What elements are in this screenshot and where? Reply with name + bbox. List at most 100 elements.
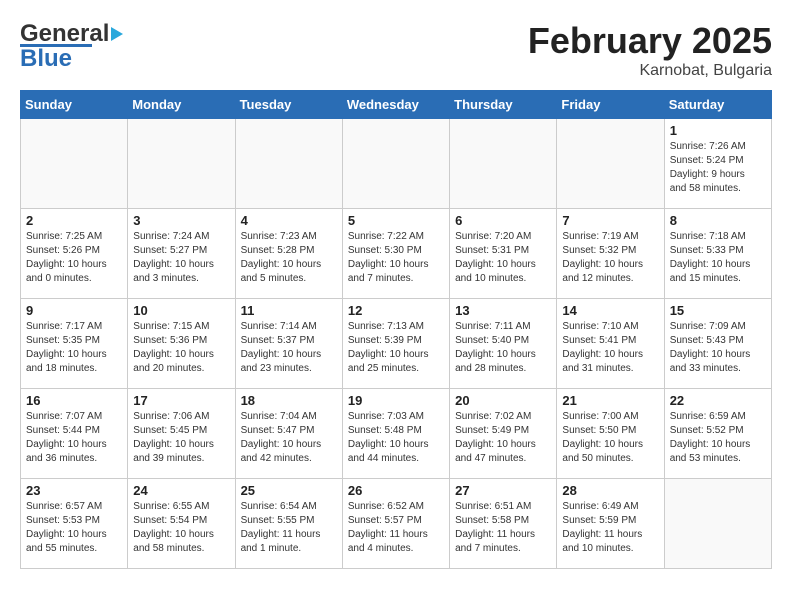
day-info: Sunrise: 7:18 AMSunset: 5:33 PMDaylight:… — [670, 230, 766, 286]
calendar-cell: 13Sunrise: 7:11 AMSunset: 5:40 PMDayligh… — [450, 299, 557, 389]
calendar-cell: 24 Sunrise: 6:55 AMSunset: 5:54 PMDayligh… — [128, 479, 235, 569]
day-number: 27 — [455, 483, 551, 498]
calendar-header-row: SundayMondayTuesdayWednesdayThursdayFrid… — [21, 91, 772, 119]
day-info: Sunrise: 6:54 AMSunset: 5:55 PMDaylight:… — [241, 500, 337, 556]
day-number: 20 — [455, 393, 551, 408]
calendar-cell: 26 Sunrise: 6:52 AMSunset: 5:57 PMDayligh… — [342, 479, 449, 569]
day-info: Sunrise: 7:23 AMSunset: 5:28 PMDaylight:… — [241, 230, 337, 286]
weekday-header-wednesday: Wednesday — [342, 91, 449, 119]
page-header: General Blue February 2025 Karnobat, Bul… — [20, 20, 772, 80]
day-info: Sunrise: 7:25 AMSunset: 5:26 PMDaylight:… — [26, 230, 122, 286]
day-info: Sunrise: 7:26 AMSunset: 5:24 PMDaylight:… — [670, 140, 766, 196]
calendar-cell: 23Sunrise: 6:57 AMSunset: 5:53 PMDayligh… — [21, 479, 128, 569]
calendar-cell — [235, 119, 342, 209]
day-info: Sunrise: 7:06 AMSunset: 5:45 PMDaylight:… — [133, 410, 229, 466]
calendar-cell: 11Sunrise: 7:14 AMSunset: 5:37 PMDayligh… — [235, 299, 342, 389]
day-number: 7 — [562, 213, 658, 228]
calendar-cell: 7Sunrise: 7:19 AMSunset: 5:32 PMDaylight… — [557, 209, 664, 299]
calendar-cell: 1 Sunrise: 7:26 AMSunset: 5:24 PMDaylight… — [664, 119, 771, 209]
day-info: Sunrise: 6:55 AMSunset: 5:54 PMDaylight:… — [133, 500, 229, 556]
weekday-header-saturday: Saturday — [664, 91, 771, 119]
day-number: 26 — [348, 483, 444, 498]
day-number: 24 — [133, 483, 229, 498]
day-number: 11 — [241, 303, 337, 318]
day-number: 25 — [241, 483, 337, 498]
calendar-cell: 22 Sunrise: 6:59 AMSunset: 5:52 PMDayligh… — [664, 389, 771, 479]
weekday-header-monday: Monday — [128, 91, 235, 119]
day-number: 5 — [348, 213, 444, 228]
day-info: Sunrise: 7:20 AMSunset: 5:31 PMDaylight:… — [455, 230, 551, 286]
day-number: 17 — [133, 393, 229, 408]
day-info: Sunrise: 7:13 AMSunset: 5:39 PMDaylight:… — [348, 320, 444, 376]
calendar-cell: 4 Sunrise: 7:23 AMSunset: 5:28 PMDaylight… — [235, 209, 342, 299]
day-number: 3 — [133, 213, 229, 228]
calendar-cell: 14 Sunrise: 7:10 AMSunset: 5:41 PMDayligh… — [557, 299, 664, 389]
calendar-cell — [664, 479, 771, 569]
day-number: 9 — [26, 303, 122, 318]
day-info: Sunrise: 7:10 AMSunset: 5:41 PMDaylight:… — [562, 320, 658, 376]
day-info: Sunrise: 7:03 AMSunset: 5:48 PMDaylight:… — [348, 410, 444, 466]
calendar-cell: 3 Sunrise: 7:24 AMSunset: 5:27 PMDaylight… — [128, 209, 235, 299]
day-info: Sunrise: 6:49 AMSunset: 5:59 PMDaylight:… — [562, 500, 658, 556]
day-info: Sunrise: 7:24 AMSunset: 5:27 PMDaylight:… — [133, 230, 229, 286]
weekday-header-sunday: Sunday — [21, 91, 128, 119]
calendar-table: SundayMondayTuesdayWednesdayThursdayFrid… — [20, 90, 772, 569]
calendar-cell: 28 Sunrise: 6:49 AMSunset: 5:59 PMDayligh… — [557, 479, 664, 569]
day-number: 28 — [562, 483, 658, 498]
day-info: Sunrise: 7:04 AMSunset: 5:47 PMDaylight:… — [241, 410, 337, 466]
calendar-week-4: 16 Sunrise: 7:07 AMSunset: 5:44 PMDayligh… — [21, 389, 772, 479]
calendar-cell: 19 Sunrise: 7:03 AMSunset: 5:48 PMDayligh… — [342, 389, 449, 479]
month-title: February 2025 — [528, 20, 772, 62]
day-info: Sunrise: 7:02 AMSunset: 5:49 PMDaylight:… — [455, 410, 551, 466]
day-info: Sunrise: 6:51 AMSunset: 5:58 PMDaylight:… — [455, 500, 551, 556]
day-number: 22 — [670, 393, 766, 408]
day-number: 15 — [670, 303, 766, 318]
day-number: 23 — [26, 483, 122, 498]
day-number: 4 — [241, 213, 337, 228]
day-info: Sunrise: 7:07 AMSunset: 5:44 PMDaylight:… — [26, 410, 122, 466]
location: Karnobat, Bulgaria — [528, 62, 772, 80]
day-number: 6 — [455, 213, 551, 228]
calendar-cell: 21 Sunrise: 7:00 AMSunset: 5:50 PMDayligh… — [557, 389, 664, 479]
calendar-cell: 16 Sunrise: 7:07 AMSunset: 5:44 PMDayligh… — [21, 389, 128, 479]
day-number: 8 — [670, 213, 766, 228]
calendar-cell — [557, 119, 664, 209]
calendar-cell — [342, 119, 449, 209]
calendar-cell: 6 Sunrise: 7:20 AMSunset: 5:31 PMDaylight… — [450, 209, 557, 299]
calendar-cell: 9 Sunrise: 7:17 AMSunset: 5:35 PMDaylight… — [21, 299, 128, 389]
day-number: 16 — [26, 393, 122, 408]
day-info: Sunrise: 7:15 AMSunset: 5:36 PMDaylight:… — [133, 320, 229, 376]
day-number: 19 — [348, 393, 444, 408]
day-info: Sunrise: 7:00 AMSunset: 5:50 PMDaylight:… — [562, 410, 658, 466]
logo-blue: Blue — [20, 45, 72, 73]
day-info: Sunrise: 7:17 AMSunset: 5:35 PMDaylight:… — [26, 320, 122, 376]
weekday-header-tuesday: Tuesday — [235, 91, 342, 119]
calendar-week-5: 23Sunrise: 6:57 AMSunset: 5:53 PMDayligh… — [21, 479, 772, 569]
day-info: Sunrise: 6:59 AMSunset: 5:52 PMDaylight:… — [670, 410, 766, 466]
calendar-cell: 25 Sunrise: 6:54 AMSunset: 5:55 PMDayligh… — [235, 479, 342, 569]
day-number: 12 — [348, 303, 444, 318]
calendar-cell: 2 Sunrise: 7:25 AMSunset: 5:26 PMDaylight… — [21, 209, 128, 299]
logo-arrow-icon — [111, 27, 123, 41]
calendar-cell: 17 Sunrise: 7:06 AMSunset: 5:45 PMDayligh… — [128, 389, 235, 479]
day-number: 18 — [241, 393, 337, 408]
day-info: Sunrise: 6:52 AMSunset: 5:57 PMDaylight:… — [348, 500, 444, 556]
calendar-cell — [450, 119, 557, 209]
calendar-cell: 18 Sunrise: 7:04 AMSunset: 5:47 PMDayligh… — [235, 389, 342, 479]
day-number: 14 — [562, 303, 658, 318]
calendar-cell: 8 Sunrise: 7:18 AMSunset: 5:33 PMDaylight… — [664, 209, 771, 299]
calendar-week-3: 9 Sunrise: 7:17 AMSunset: 5:35 PMDaylight… — [21, 299, 772, 389]
calendar-cell: 20 Sunrise: 7:02 AMSunset: 5:49 PMDayligh… — [450, 389, 557, 479]
day-number: 21 — [562, 393, 658, 408]
day-number: 10 — [133, 303, 229, 318]
day-number: 2 — [26, 213, 122, 228]
day-number: 1 — [670, 123, 766, 138]
calendar-cell: 27 Sunrise: 6:51 AMSunset: 5:58 PMDayligh… — [450, 479, 557, 569]
day-info: Sunrise: 7:22 AMSunset: 5:30 PMDaylight:… — [348, 230, 444, 286]
day-info: Sunrise: 7:09 AMSunset: 5:43 PMDaylight:… — [670, 320, 766, 376]
title-block: February 2025 Karnobat, Bulgaria — [528, 20, 772, 80]
weekday-header-friday: Friday — [557, 91, 664, 119]
calendar-week-2: 2 Sunrise: 7:25 AMSunset: 5:26 PMDaylight… — [21, 209, 772, 299]
calendar-cell: 12 Sunrise: 7:13 AMSunset: 5:39 PMDayligh… — [342, 299, 449, 389]
calendar-cell — [21, 119, 128, 209]
